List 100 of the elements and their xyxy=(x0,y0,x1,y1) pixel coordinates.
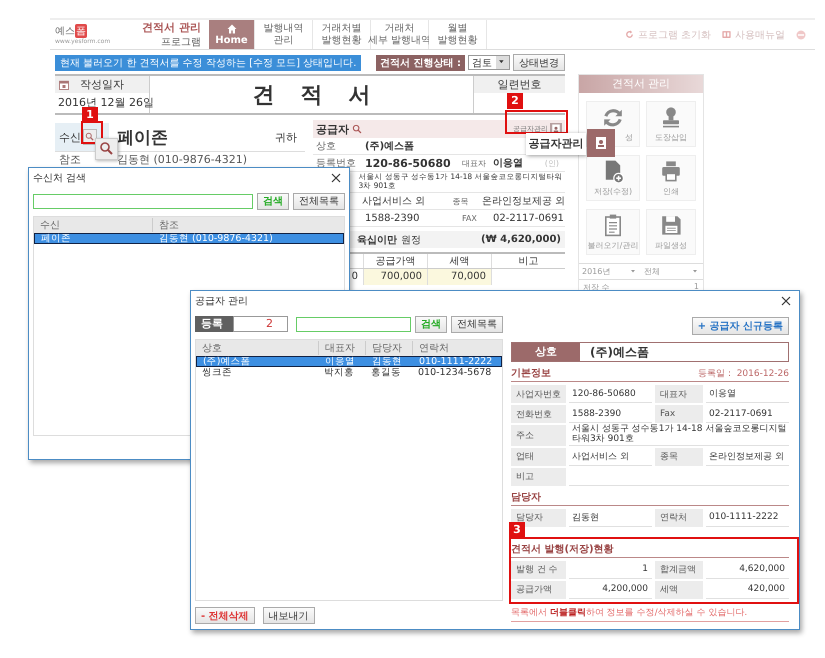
reference-label: 참조 xyxy=(58,152,82,167)
column-header: 담당자 xyxy=(365,341,412,355)
field-value: 온라인정보제공 외 xyxy=(480,195,566,208)
seal-mark: (인) xyxy=(544,158,559,168)
section-title: 담당자 xyxy=(511,490,541,504)
registration-date: 등록일 : 2016-12-26 xyxy=(698,368,789,380)
column-header: 수신 xyxy=(39,219,61,232)
column-header: 상호 xyxy=(201,342,223,355)
show-all-button[interactable]: 전체목록 xyxy=(293,192,345,210)
amount-words: 육십이만 xyxy=(357,234,397,246)
column-header: 연락처 xyxy=(412,341,502,355)
field-value: 서울시 성동구 성수동1가 14-18 서울숲코오롱디지털타워3차 901호 xyxy=(569,425,789,446)
reference-value: 김동현 (010-9876-4321) xyxy=(117,152,248,167)
column-header: 대표자 xyxy=(318,341,365,355)
search-field[interactable] xyxy=(296,316,411,332)
search-icon[interactable] xyxy=(352,124,363,134)
action-button[interactable]: 인쇄 xyxy=(646,155,696,201)
step-number-badge: 3 xyxy=(509,522,525,537)
calendar-icon xyxy=(58,78,70,90)
field-value: 이응열 xyxy=(492,157,523,170)
field-label: 전화번호 xyxy=(511,405,566,423)
count-label: 등록 xyxy=(195,316,233,332)
column-header: 비고 xyxy=(491,254,565,268)
filter-dropdown[interactable]: 전체 xyxy=(641,264,703,279)
status-change-button[interactable]: 상태변경 xyxy=(513,54,565,71)
table-cell: 70,000 xyxy=(427,269,491,285)
toolbar-link[interactable]: 프로그램 초기화 xyxy=(624,28,711,42)
field-value: 김동현 xyxy=(569,508,652,527)
label-tooltip: 공급자관리 xyxy=(526,133,586,155)
honorific-text: 귀하 xyxy=(275,130,297,144)
search-field[interactable] xyxy=(33,194,253,208)
book-icon xyxy=(721,29,732,40)
app-subtitle: 프로그램 xyxy=(161,36,201,49)
show-all-button[interactable]: 전체목록 xyxy=(451,316,503,332)
action-button[interactable]: 불러오기/관리 xyxy=(586,209,640,255)
step-number-badge: 2 xyxy=(507,93,523,109)
nav-tab[interactable]: Home xyxy=(209,20,255,49)
field-label: FAX xyxy=(461,214,478,222)
field-label: 대표자 xyxy=(461,158,487,168)
status-label: 견적서 진행상태 : xyxy=(376,54,465,70)
count-value: 1 xyxy=(694,282,699,293)
list-row[interactable]: (주)예스폼 이응열 김동현 010-1111-2222 xyxy=(196,356,502,367)
contact-card-icon xyxy=(593,135,609,151)
close-button[interactable] xyxy=(331,172,343,184)
field-label: 업태 xyxy=(511,448,566,466)
field-value: 010-1111-2222 xyxy=(706,508,789,527)
app-title: 견적서 관리 xyxy=(142,20,201,35)
dialog-title: 수신처 검색 xyxy=(33,172,86,185)
field-label: 종목 xyxy=(452,196,470,206)
list-row[interactable]: 페이존 김동현 (010-9876-4321) xyxy=(34,233,344,244)
printer-icon xyxy=(659,159,683,183)
field-value: 420,000 xyxy=(706,580,789,599)
delete-all-button[interactable]: - 전체삭제 xyxy=(195,607,255,624)
hint-text: 목록에서 더블클릭하여 정보를 수정/삭제하실 수 있습니다. xyxy=(511,606,789,622)
field-label: 대표자 xyxy=(655,385,703,403)
field-value: 사업서비스 외 xyxy=(360,195,426,208)
action-button[interactable]: 저장(수정) xyxy=(586,155,640,201)
status-select[interactable]: 검토 xyxy=(468,55,510,70)
field-label: 상호 xyxy=(512,343,580,361)
action-button[interactable]: 파일생성 xyxy=(646,209,696,255)
column-header: 공급가액 xyxy=(363,254,427,268)
search-button[interactable]: 검색 xyxy=(257,192,289,210)
action-button[interactable]: 도장삽입 xyxy=(646,101,696,147)
field-label: 비고 xyxy=(511,468,566,486)
date-label-cell: 작성일자 xyxy=(55,76,150,93)
field-value: 1588-2390 xyxy=(569,405,652,423)
name-field: 상호 (주)예스폼 xyxy=(511,342,789,362)
column-header: 참조 xyxy=(152,218,344,232)
field-value: 이응열 xyxy=(706,385,789,403)
field-label: 사업자번호 xyxy=(511,385,566,403)
section-title: 견적서 발행(저장)현황 xyxy=(511,542,614,556)
field-value: 1 xyxy=(569,560,652,579)
home-icon xyxy=(226,22,238,35)
export-button[interactable]: 내보내기 xyxy=(262,607,315,624)
field-label: 등록번호 xyxy=(315,157,357,170)
supplier-label: 공급자 xyxy=(316,122,349,136)
field-label: 종목 xyxy=(655,448,703,466)
table-cell: 700,000 xyxy=(363,269,427,285)
toolbar-link[interactable]: 사용매뉴얼 xyxy=(721,28,785,42)
field-label: 합계금액 xyxy=(655,560,703,579)
field-value: 02-2117-0691 xyxy=(492,212,564,224)
field-value: 4,200,000 xyxy=(569,580,652,599)
amount-figure: (₩ 4,620,000) xyxy=(481,234,561,245)
field-label: 발행 건 수 xyxy=(511,560,566,579)
list-row[interactable]: 씽크존 박지홍 홍길동 010-1234-5678 xyxy=(196,367,502,378)
count-value: 2 xyxy=(232,316,288,332)
close-button[interactable] xyxy=(781,295,793,307)
filter-dropdown[interactable]: 2016년 xyxy=(579,264,641,279)
search-button[interactable]: 검색 xyxy=(415,316,447,332)
column-header: 세액 xyxy=(427,254,491,268)
search-icon xyxy=(98,141,114,157)
field-label: 연락처 xyxy=(655,508,703,527)
field-label: 세액 xyxy=(655,580,703,599)
search-icon xyxy=(85,132,95,142)
nav-tab[interactable]: 월별 발행현황 xyxy=(429,20,487,49)
field-value: 120-86-50680 xyxy=(364,156,452,170)
amount-unit: 원정 xyxy=(401,234,421,246)
field-value: 사업서비스 외 xyxy=(569,448,652,466)
new-supplier-button[interactable]: + 공급자 신규등록 xyxy=(692,317,789,335)
field-value: (주)예스폼 xyxy=(364,140,414,153)
